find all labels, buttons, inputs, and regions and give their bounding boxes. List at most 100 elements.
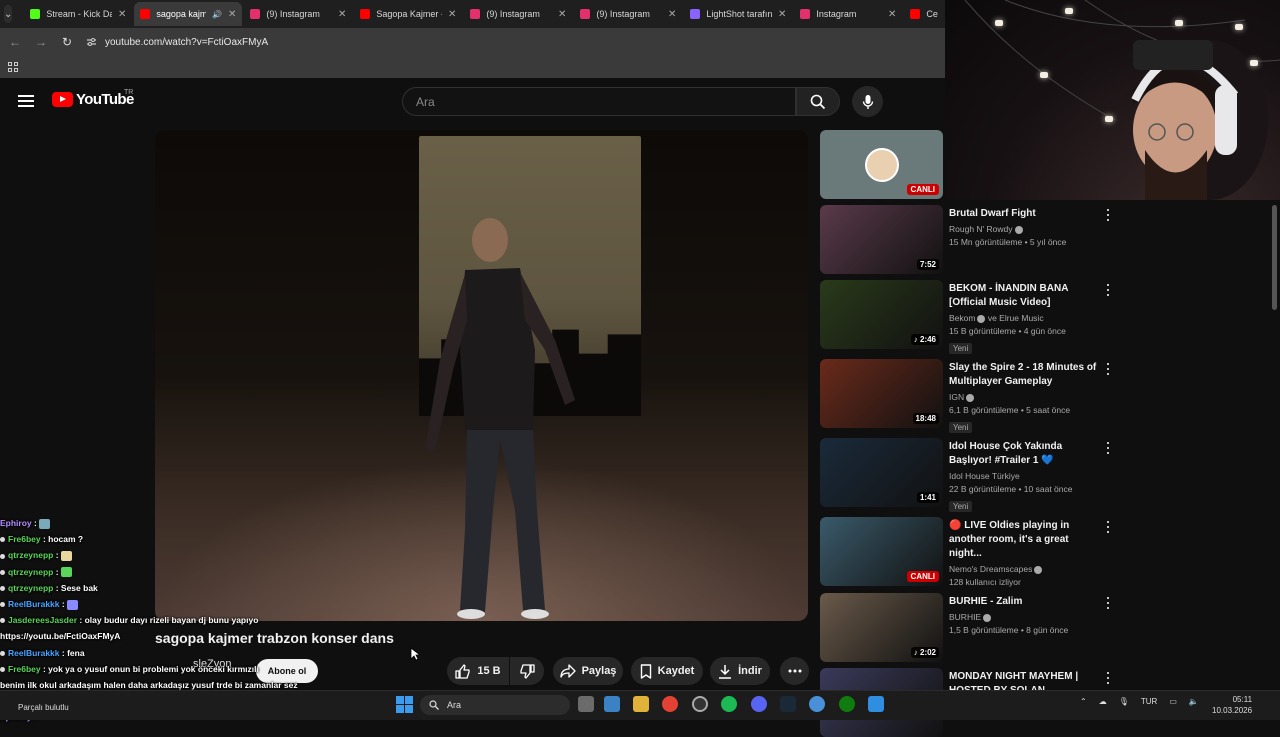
chat-username[interactable]: ReelBurakkk — [8, 599, 60, 609]
file-explorer-icon[interactable] — [633, 696, 649, 712]
more-actions-button[interactable] — [780, 657, 809, 685]
spotify-icon[interactable] — [721, 696, 737, 712]
chat-username[interactable]: Fre6bey — [8, 534, 41, 544]
recommendation-thumbnail[interactable]: CANLI — [820, 517, 943, 586]
browser-tab[interactable]: Instagram ✕ — [794, 2, 902, 26]
browser-tab[interactable]: LightShot tarafınd ✕ — [684, 2, 792, 26]
more-vertical-icon[interactable] — [1104, 284, 1112, 296]
recommendation-info[interactable]: BURHIE - Zalim BURHIE 1,5 B görüntüleme • … — [949, 595, 1101, 637]
recommendation-thumbnail[interactable]: ♪ 2:02 — [820, 593, 943, 662]
recommendation-info[interactable]: Slay the Spire 2 - 18 Minutes of Multipl… — [949, 361, 1101, 435]
tab-close-icon[interactable]: ✕ — [338, 9, 346, 20]
recommendation-thumbnail[interactable]: 7:52 — [820, 205, 943, 274]
weather-widget[interactable]: Parçalı bulutlu — [18, 703, 69, 712]
recommendation-title[interactable]: BEKOM - İNANDIN BANA [Official Music Vid… — [949, 282, 1101, 310]
network-icon[interactable]: ▭ — [1169, 697, 1177, 706]
recommendation-channel[interactable]: BURHIE — [949, 611, 1101, 624]
voice-search-button[interactable] — [852, 86, 883, 117]
windows-start-icon[interactable] — [396, 696, 413, 713]
chat-username[interactable]: Fre6bey — [8, 664, 41, 674]
obs-icon[interactable] — [692, 696, 708, 712]
more-vertical-icon[interactable] — [1104, 521, 1112, 533]
xbox-icon[interactable] — [839, 696, 855, 712]
chat-username[interactable]: ReelBurakkk — [8, 648, 60, 658]
recommendation-thumbnail[interactable]: CANLI — [820, 130, 943, 199]
taskbar-search-input[interactable]: Ara — [420, 695, 570, 715]
recommendation-title[interactable]: BURHIE - Zalim — [949, 595, 1101, 609]
steam-icon[interactable] — [780, 696, 796, 712]
browser-tab[interactable]: Stream - Kick Da ✕ — [24, 2, 132, 26]
recommendation-info[interactable]: Brutal Dwarf Fight Rough N' Rowdy 15 Mn gö… — [949, 207, 1101, 249]
browser-tab[interactable]: sagopa kajme 🔊 ✕ — [134, 2, 243, 26]
recommendation-channel[interactable]: IGN — [949, 391, 1101, 404]
recommendation-info[interactable]: BEKOM - İNANDIN BANA [Official Music Vid… — [949, 282, 1101, 356]
tab-close-icon[interactable]: ✕ — [558, 9, 566, 20]
chrome-icon[interactable] — [662, 696, 678, 712]
apps-grid-icon[interactable] — [8, 62, 18, 72]
like-button[interactable]: 15 B — [447, 657, 509, 685]
recommendation-thumbnail[interactable]: 18:48 — [820, 359, 943, 428]
tab-close-icon[interactable]: ✕ — [228, 9, 236, 20]
tab-search-menu-icon[interactable]: ⌄ — [4, 5, 13, 23]
download-button[interactable]: İndir — [710, 657, 770, 685]
scrollbar-thumb[interactable] — [1272, 205, 1277, 310]
chat-username[interactable]: qtrzeynepp — [8, 583, 53, 593]
chat-username[interactable]: JasdereesJasder — [8, 615, 77, 625]
recommendation-thumbnail[interactable]: ♪ 2:46 — [820, 280, 943, 349]
search-button[interactable] — [796, 87, 840, 116]
more-vertical-icon[interactable] — [1104, 597, 1112, 609]
recommendation-title[interactable]: Idol House Çok Yakında Başlıyor! #Traile… — [949, 440, 1101, 468]
tab-close-icon[interactable]: ✕ — [668, 9, 676, 20]
onedrive-icon[interactable]: ☁ — [1099, 697, 1107, 706]
recommendation-title[interactable]: Brutal Dwarf Fight — [949, 207, 1101, 221]
tray-chevron-icon[interactable]: ⌃ — [1080, 697, 1087, 706]
browser-tab[interactable]: (9) Instagram ✕ — [244, 2, 352, 26]
language-indicator[interactable]: TUR — [1141, 697, 1157, 706]
recommendation-thumbnail[interactable]: 1:41 — [820, 438, 943, 507]
search-input[interactable]: Ara — [402, 87, 796, 116]
browser-tab[interactable]: Sagopa Kajmer - ✕ — [354, 2, 462, 26]
browser-tab[interactable]: (9) Instagram ✕ — [574, 2, 682, 26]
chat-username[interactable]: qtrzeynepp — [8, 550, 53, 560]
recommendation-title[interactable]: 🔴 LIVE Oldies playing in another room, i… — [949, 519, 1101, 561]
microphone-tray-icon[interactable]: 🎙 — [1119, 697, 1129, 706]
more-vertical-icon[interactable] — [1104, 442, 1112, 454]
app-icon[interactable] — [868, 696, 884, 712]
youtube-logo[interactable]: YouTube — [52, 91, 134, 108]
menu-hamburger-icon[interactable] — [18, 95, 34, 107]
recommendation-info[interactable]: Idol House Çok Yakında Başlıyor! #Traile… — [949, 440, 1101, 514]
save-button[interactable]: Kaydet — [631, 657, 703, 685]
recommendation-channel[interactable]: Nemo's Dreamscapes — [949, 563, 1101, 576]
chat-username[interactable]: qtrzeynepp — [8, 567, 53, 577]
task-view-icon[interactable] — [578, 696, 594, 712]
recommendation-channel[interactable]: Idol House Türkiye — [949, 470, 1101, 483]
more-vertical-icon[interactable] — [1104, 209, 1112, 221]
browser-tab[interactable]: Ce — [904, 2, 945, 26]
chrome-profile-icon[interactable] — [809, 696, 825, 712]
recommendation-channel[interactable]: Bekom ve Elrue Music — [949, 312, 1101, 325]
share-button[interactable]: Paylaş — [553, 657, 623, 685]
back-arrow-icon[interactable]: ← — [8, 35, 22, 49]
dislike-button[interactable] — [510, 657, 544, 685]
tab-close-icon[interactable]: ✕ — [888, 9, 896, 20]
tab-audio-icon[interactable]: 🔊 — [212, 10, 222, 19]
recommendation-channel[interactable]: Rough N' Rowdy — [949, 223, 1101, 236]
new-badge: Yeni — [949, 343, 973, 354]
more-vertical-icon[interactable] — [1104, 363, 1112, 375]
volume-icon[interactable]: 🔈 — [1189, 697, 1199, 706]
tab-close-icon[interactable]: ✕ — [448, 9, 456, 20]
tab-close-icon[interactable]: ✕ — [778, 9, 786, 20]
recommendation-title[interactable]: Slay the Spire 2 - 18 Minutes of Multipl… — [949, 361, 1101, 389]
browser-tab[interactable]: (9) Instagram ✕ — [464, 2, 572, 26]
chat-username[interactable]: Ephiroy — [0, 518, 32, 528]
tab-close-icon[interactable]: ✕ — [118, 9, 126, 20]
site-info-icon[interactable] — [86, 37, 97, 47]
address-bar[interactable]: youtube.com/watch?v=FctiOaxFMyA — [86, 31, 933, 53]
discord-icon[interactable] — [751, 696, 767, 712]
store-icon[interactable] — [604, 696, 620, 712]
reload-icon[interactable]: ↻ — [60, 35, 74, 49]
taskbar-clock[interactable]: 05:11 10.03.2026 — [1212, 694, 1252, 716]
more-vertical-icon[interactable] — [1104, 672, 1112, 684]
forward-arrow-icon[interactable]: → — [34, 35, 48, 49]
recommendation-info[interactable]: 🔴 LIVE Oldies playing in another room, i… — [949, 519, 1101, 589]
